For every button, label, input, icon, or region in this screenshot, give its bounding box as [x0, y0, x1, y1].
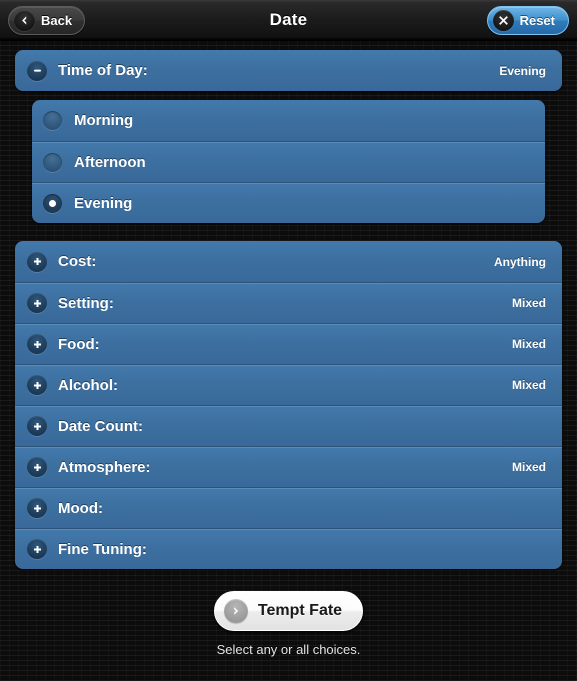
section-label: Time of Day: [58, 62, 148, 79]
plus-icon [27, 539, 47, 559]
section-value: Anything [494, 254, 546, 269]
section-header-time-of-day[interactable]: Time of Day: Evening [15, 50, 562, 91]
radio-icon-selected[interactable] [43, 193, 62, 213]
section-label: Food: [58, 335, 100, 353]
page-title: Date [269, 10, 308, 29]
section-header-alcohol[interactable]: Alcohol: Mixed [15, 364, 562, 405]
section-label: Date Count: [58, 417, 143, 435]
section-label: Cost: [58, 253, 97, 270]
plus-icon [27, 375, 47, 395]
option-label: Evening [74, 194, 133, 212]
back-button-label: Back [41, 13, 73, 28]
settings-list: Time of Day: Evening Morning Afternoon E… [0, 41, 577, 657]
section-value: Mixed [511, 296, 546, 310]
footer-note: Select any or all choices. [216, 642, 361, 657]
section-label: Alcohol: [58, 376, 118, 394]
section-value: Mixed [511, 378, 546, 392]
back-button[interactable]: Back [8, 6, 86, 35]
reset-button-label: Reset [519, 13, 555, 28]
time-of-day-options: Morning Afternoon Evening [15, 91, 562, 223]
section-header-setting[interactable]: Setting: Mixed [15, 282, 562, 323]
tempt-fate-label: Tempt Fate [257, 602, 343, 619]
option-evening[interactable]: Evening [32, 182, 545, 223]
footer: Tempt Fate Select any or all choices. [15, 591, 562, 657]
option-morning[interactable]: Morning [32, 100, 545, 141]
section-header-mood[interactable]: Mood: [15, 487, 562, 528]
chevron-left-icon [14, 10, 35, 31]
minus-icon [27, 60, 47, 81]
section-label: Mood: [58, 499, 103, 517]
option-label: Morning [74, 112, 134, 129]
plus-icon [27, 251, 47, 272]
app-header: Back Date Reset [0, 0, 577, 41]
section-header-fine-tuning[interactable]: Fine Tuning: [15, 528, 562, 569]
plus-icon [27, 334, 47, 354]
radio-icon[interactable] [43, 152, 62, 172]
section-label: Setting: [58, 294, 114, 312]
section-header-cost[interactable]: Cost: Anything [15, 241, 562, 282]
arrow-right-circle-icon [223, 599, 248, 623]
option-label: Afternoon [74, 153, 146, 171]
section-header-atmosphere[interactable]: Atmosphere: Mixed [15, 446, 562, 487]
collapsed-sections-panel: Cost: Anything Setting: Mixed Food: Mixe… [15, 241, 562, 569]
section-label: Fine Tuning: [58, 540, 147, 558]
close-x-icon [492, 10, 514, 31]
reset-button[interactable]: Reset [486, 6, 569, 35]
plus-icon [27, 457, 47, 477]
plus-icon [27, 498, 47, 518]
plus-icon [27, 416, 47, 436]
section-value: Mixed [511, 460, 546, 474]
section-value: Evening [499, 63, 546, 78]
radio-icon[interactable] [43, 111, 62, 130]
option-afternoon[interactable]: Afternoon [32, 141, 545, 182]
section-label: Atmosphere: [58, 458, 151, 476]
section-value: Mixed [511, 337, 546, 351]
section-header-food[interactable]: Food: Mixed [15, 323, 562, 364]
options-panel: Morning Afternoon Evening [32, 100, 545, 223]
time-of-day-panel: Time of Day: Evening [15, 50, 562, 91]
section-divider [15, 223, 562, 241]
plus-icon [27, 293, 47, 313]
tempt-fate-button[interactable]: Tempt Fate [213, 591, 364, 631]
section-header-date-count[interactable]: Date Count: [15, 405, 562, 446]
